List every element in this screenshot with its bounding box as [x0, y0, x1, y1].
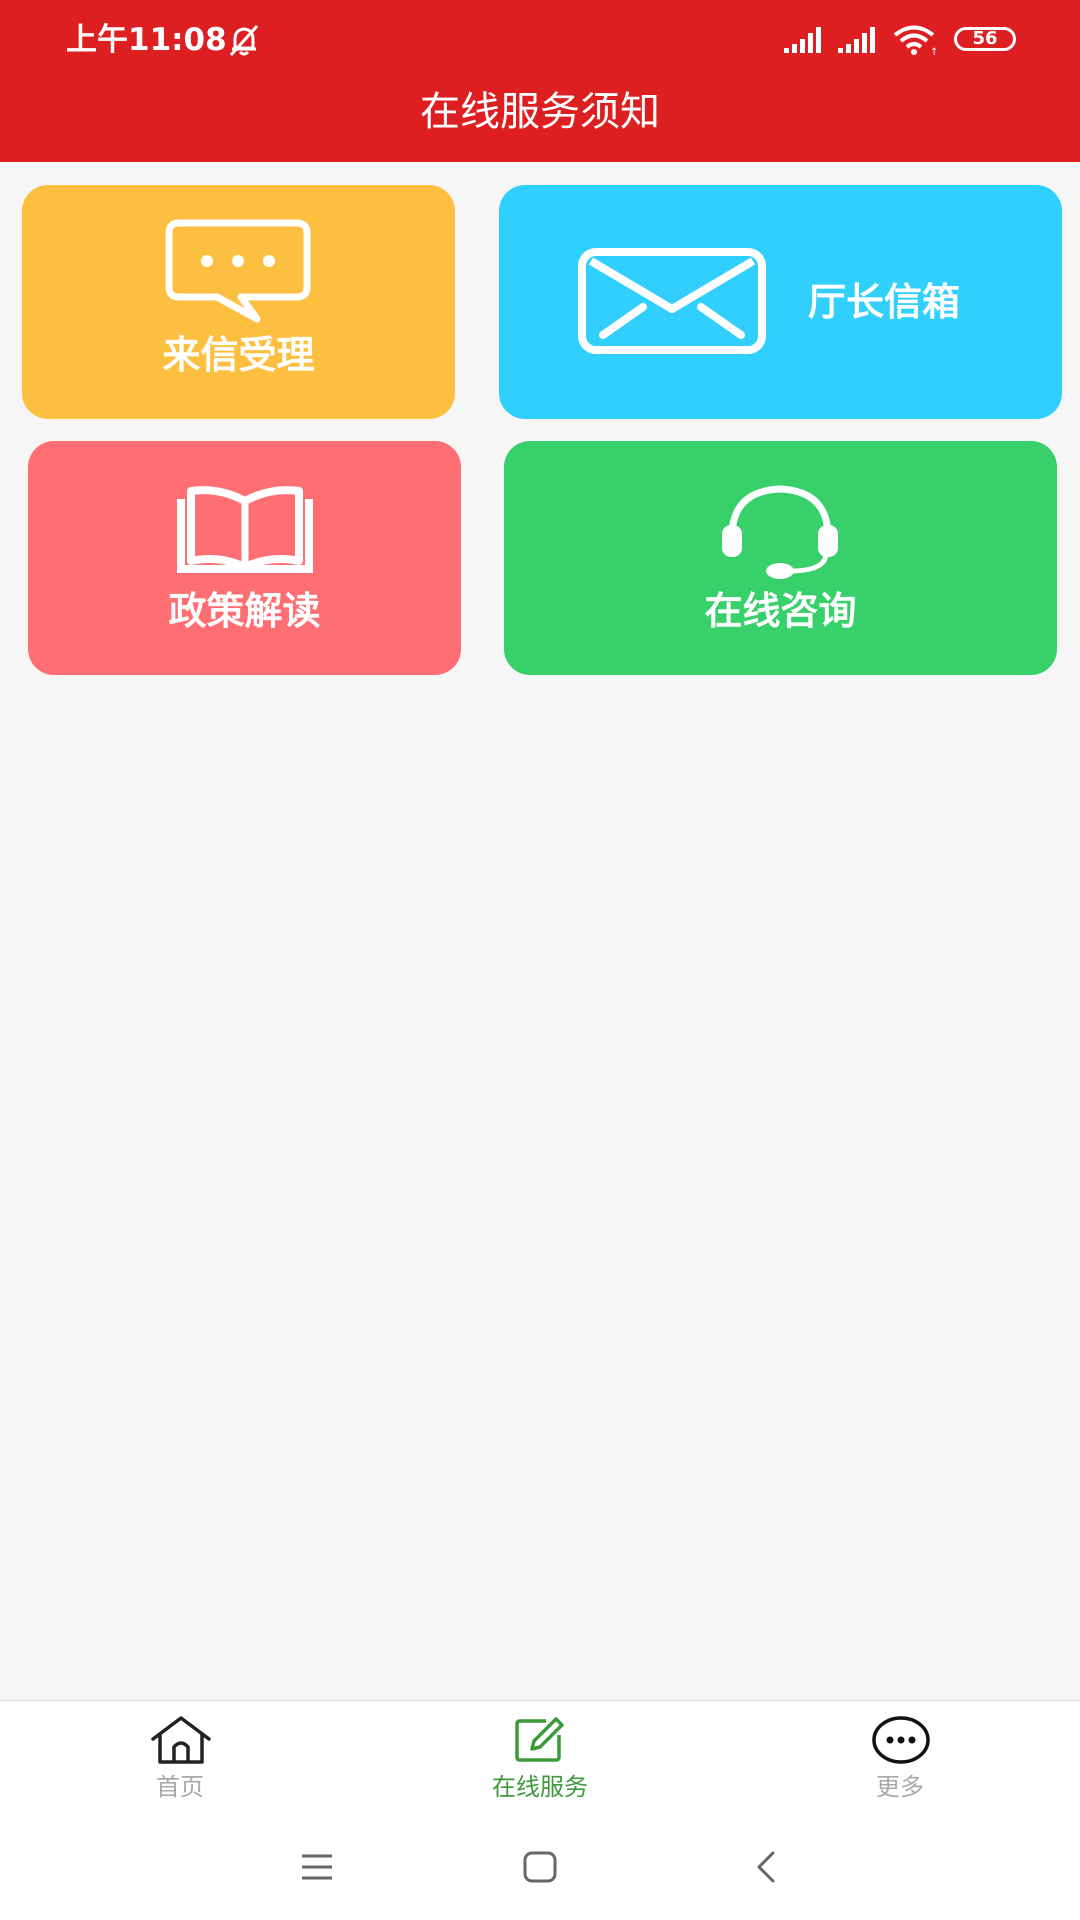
open-book-icon [177, 486, 313, 573]
bell-off-icon [229, 24, 259, 57]
tab-online-service[interactable]: 在线服务 [440, 1701, 640, 1814]
card-label: 来信受理 [162, 333, 315, 377]
battery-icon: 56 [954, 27, 1016, 51]
tab-label: 首页 [156, 1773, 204, 1801]
card-label: 厅长信箱 [808, 280, 961, 324]
home-square-icon[interactable] [522, 1850, 558, 1884]
bottom-tab-bar: 首页 在线服务 更多 [0, 1700, 1080, 1815]
more-icon [872, 1716, 930, 1764]
tab-label: 更多 [876, 1773, 924, 1801]
letter-acceptance-card[interactable]: 来信受理 [22, 185, 455, 419]
card-label: 在线咨询 [704, 589, 857, 633]
tab-home[interactable]: 首页 [80, 1701, 280, 1814]
headset-icon [722, 485, 838, 579]
battery-level: 56 [972, 28, 998, 49]
tab-label: 在线服务 [492, 1773, 588, 1801]
edit-icon [515, 1717, 564, 1762]
page-title: 在线服务须知 [420, 89, 660, 135]
policy-interpretation-card[interactable]: 政策解读 [28, 441, 461, 675]
envelope-icon [578, 248, 766, 354]
back-icon[interactable] [754, 1850, 778, 1884]
svg-text:↑↓: ↑↓ [930, 47, 940, 56]
menu-icon[interactable] [300, 1852, 334, 1882]
wifi-icon: ↑↓ [893, 25, 940, 56]
card-label: 政策解读 [168, 589, 321, 633]
app-header: 上午11:08 ↑↓ 56 [0, 0, 1080, 162]
system-nav-bar [0, 1814, 1080, 1920]
tab-more[interactable]: 更多 [800, 1701, 1000, 1814]
status-bar: 上午11:08 ↑↓ 56 [0, 0, 1080, 80]
online-consultation-card[interactable]: 在线咨询 [504, 441, 1057, 675]
status-time: 上午11:08 [66, 22, 227, 58]
signal-icon [838, 27, 875, 53]
chat-bubble-icon [165, 219, 311, 323]
signal-icon [784, 27, 821, 53]
home-icon [151, 1716, 211, 1764]
director-mailbox-card[interactable]: 厅长信箱 [499, 185, 1062, 419]
